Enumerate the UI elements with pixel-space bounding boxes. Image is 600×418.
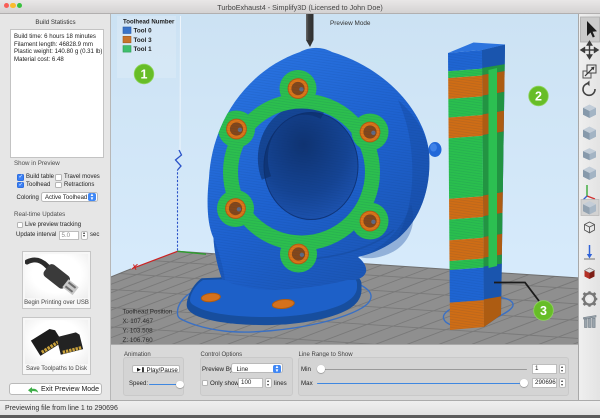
svg-text:3: 3 xyxy=(540,304,547,318)
svg-text:Tool 3: Tool 3 xyxy=(134,37,153,44)
svg-text:X: 107.467: X: 107.467 xyxy=(123,318,154,325)
svg-text:Tool 0: Tool 0 xyxy=(134,28,153,35)
svg-text:Toolhead Number: Toolhead Number xyxy=(123,19,175,26)
svg-text:Toolhead Position: Toolhead Position xyxy=(123,309,173,316)
svg-text:2: 2 xyxy=(535,89,542,103)
svg-text:Y: 103.508: Y: 103.508 xyxy=(123,328,154,335)
svg-text:Tool 1: Tool 1 xyxy=(134,46,153,53)
svg-text:1: 1 xyxy=(141,67,148,81)
svg-text:Preview Mode: Preview Mode xyxy=(330,20,371,27)
svg-text:Z: 106.760: Z: 106.760 xyxy=(123,337,154,344)
